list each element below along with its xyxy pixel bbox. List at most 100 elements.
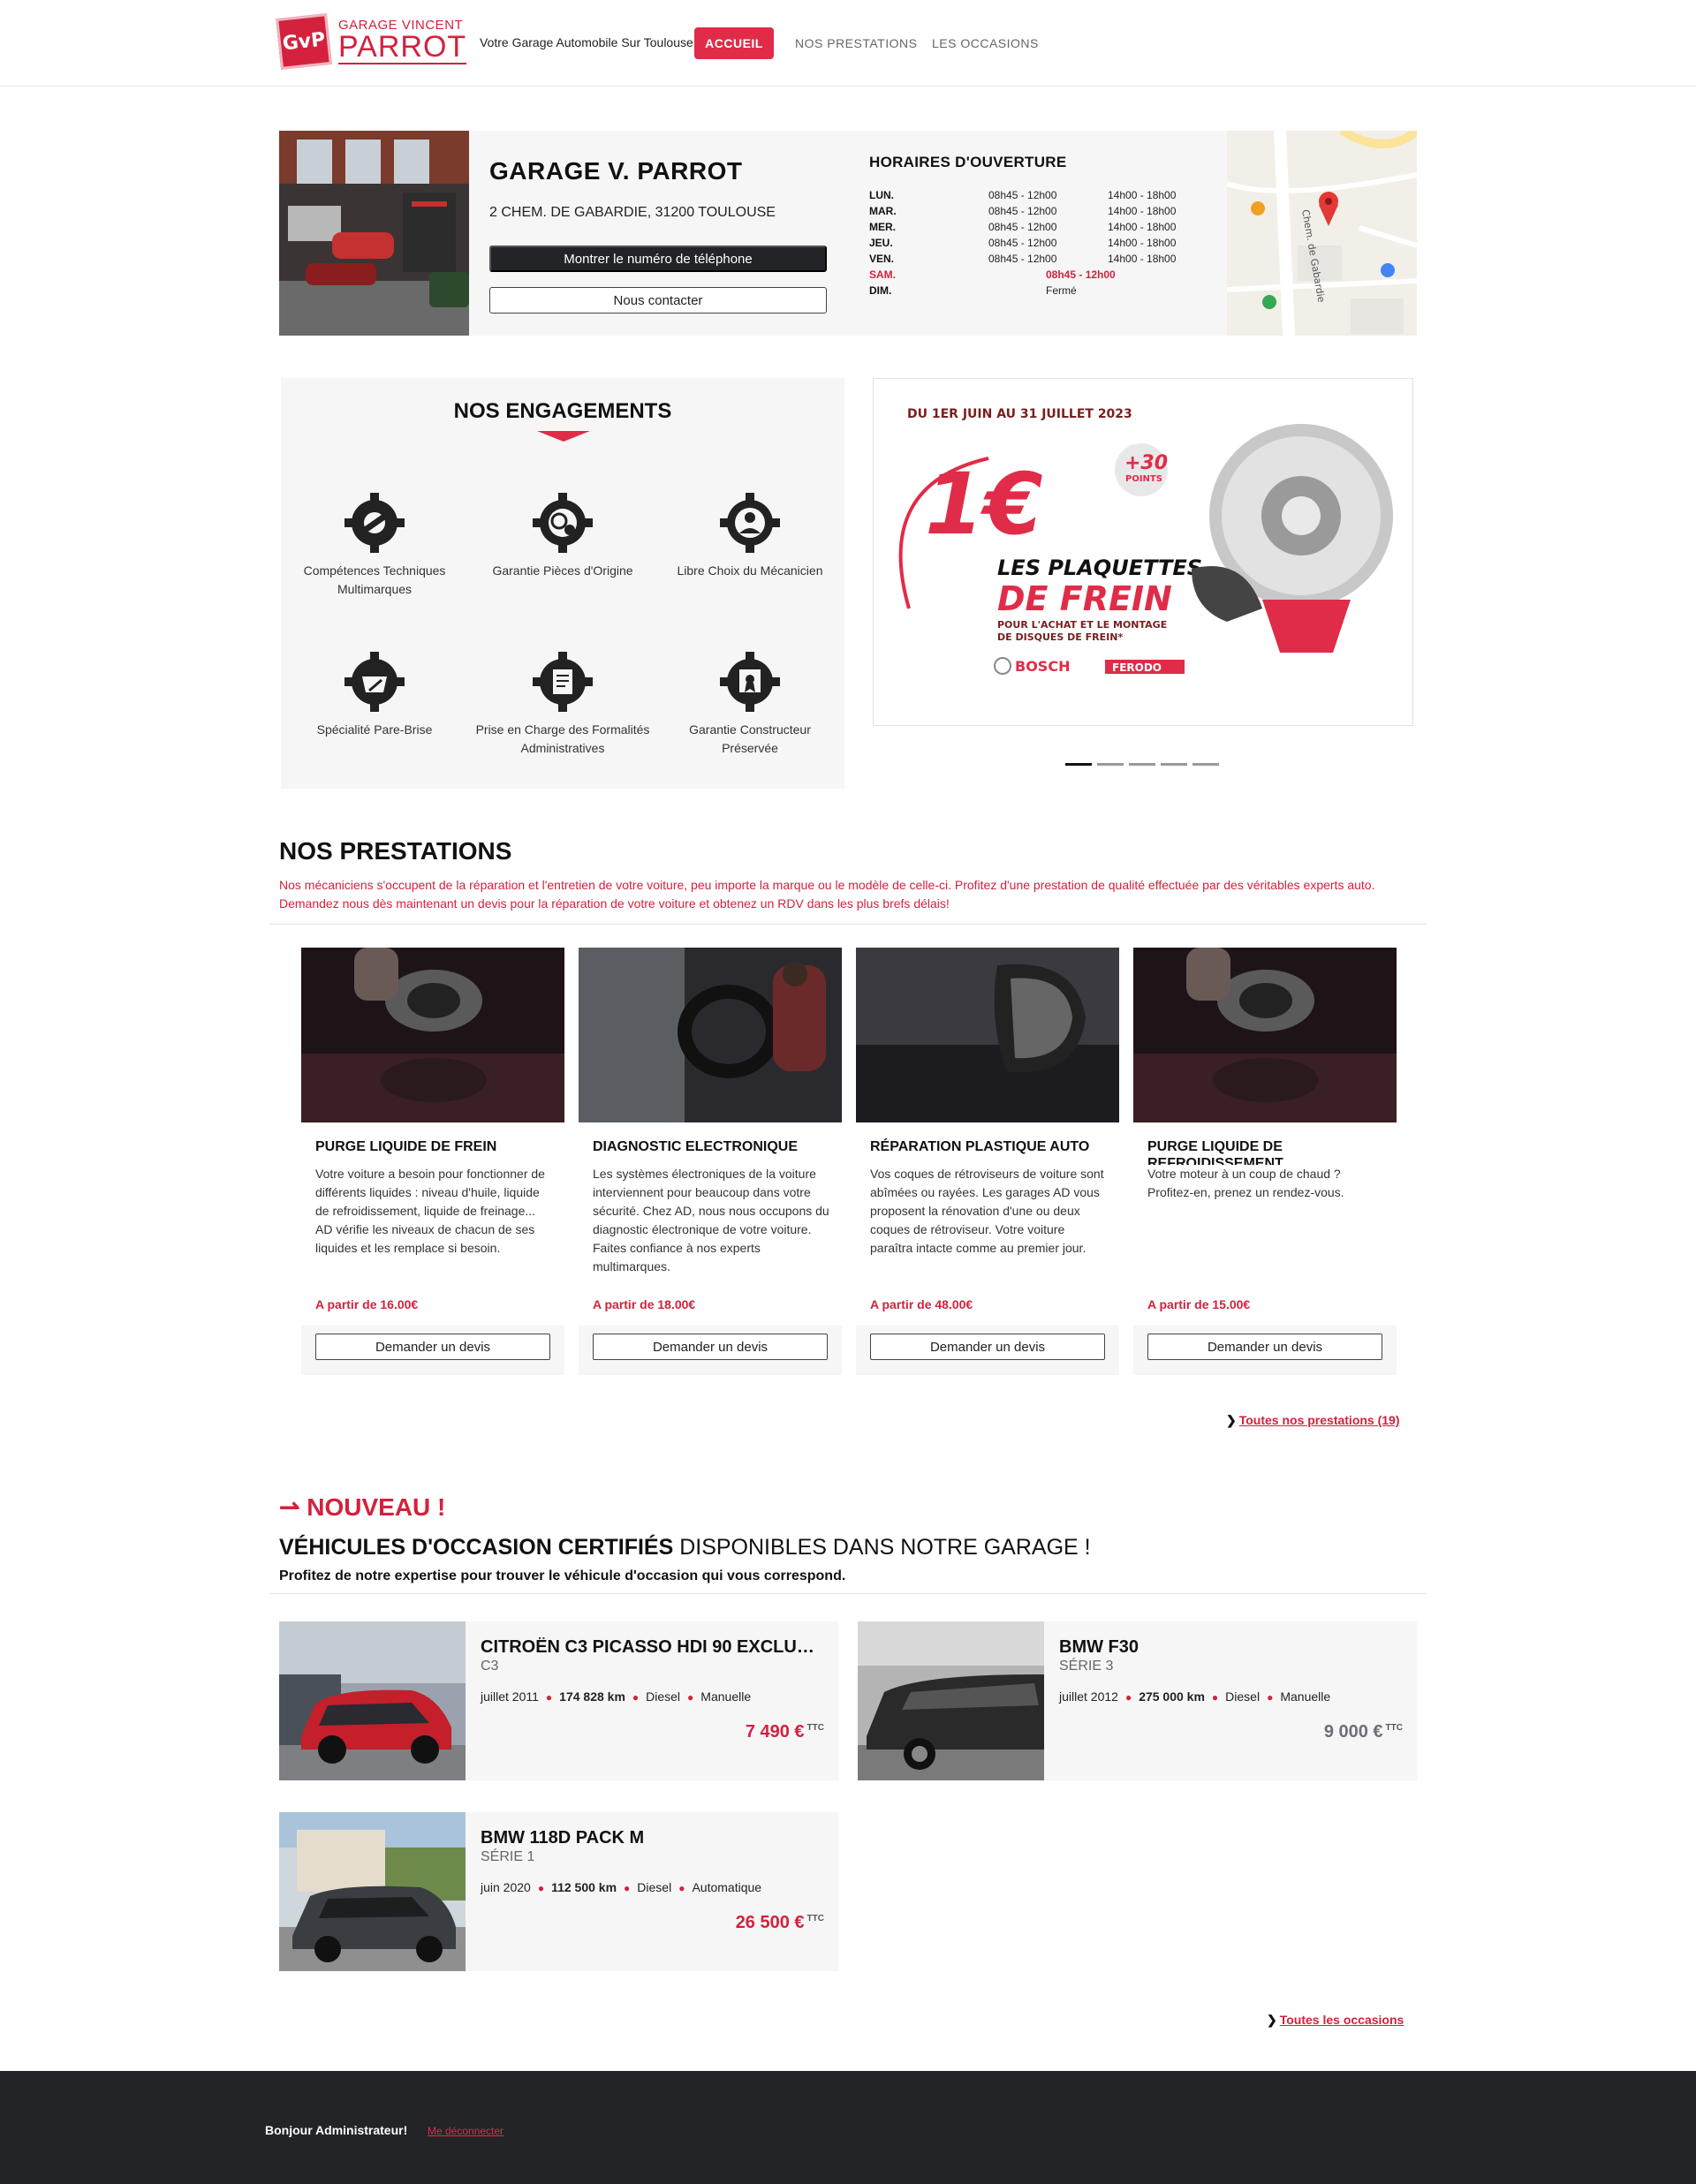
engagements-title: NOS ENGAGEMENTS (453, 399, 672, 423)
service-text: Votre moteur à un coup de chaud ? Profit… (1147, 1165, 1386, 1202)
car-image (279, 1812, 466, 1971)
promo-date: DU 1ER JUIN AU 31 JUILLET 2023 (907, 407, 1132, 421)
car-name: BMW 118D PACK M (481, 1828, 645, 1848)
car-card[interactable]: CITROËN C3 PICASSO HDI 90 EXCLUSIVE C3 j… (279, 1621, 838, 1780)
hours-row: JEU. 08h45 - 12h00 14h00 - 18h00 (869, 237, 1177, 249)
nav-prestations[interactable]: NOS PRESTATIONS (795, 36, 917, 50)
engagements-panel: NOS ENGAGEMENTS Compétences Techniques M… (281, 378, 844, 789)
service-text: Les systèmes électroniques de la voiture… (593, 1165, 831, 1276)
garage-info-panel: GARAGE V. PARROT 2 CHEM. DE GABARDIE, 31… (279, 131, 1417, 336)
service-image (856, 948, 1119, 1122)
car-details: juillet 2011 ● 174 828 km ● Diesel ● Manuelle (481, 1689, 752, 1704)
hours-row: VEN. 08h45 - 12h00 14h00 - 18h00 (869, 253, 1177, 265)
engagement-item: Spécialité Pare-Brise (286, 650, 463, 739)
document-gear-icon (533, 652, 593, 712)
hours-row-today: SAM. 08h45 - 12h00 (869, 268, 1116, 281)
car-details: juillet 2012 ● 275 000 km ● Diesel ● Manuelle (1059, 1689, 1331, 1704)
arrow-right-icon: ⇀ (279, 1493, 307, 1521)
service-price: A partir de 18.00€ (593, 1297, 696, 1311)
show-phone-button[interactable]: Montrer le numéro de téléphone (489, 246, 827, 272)
dot-icon: ● (1211, 1691, 1219, 1704)
dot-icon: ● (537, 1882, 545, 1894)
hours-title: HORAIRES D'OUVERTURE (869, 154, 1067, 170)
windshield-gear-icon (344, 652, 405, 712)
car-image (858, 1621, 1044, 1780)
carousel-dot[interactable] (1097, 763, 1124, 766)
wrench-gear-icon (344, 493, 405, 553)
location-map[interactable]: Chem. de Gabardie (1227, 131, 1417, 336)
quote-button[interactable]: Demander un devis (870, 1334, 1105, 1360)
all-services-link[interactable]: ❯ Toutes nos prestations (19) (1226, 1413, 1400, 1428)
garage-address: 2 CHEM. DE GABARDIE, 31200 TOULOUSE (489, 205, 776, 220)
promo-line1: LES PLAQUETTES (997, 555, 1202, 580)
dot-icon: ● (678, 1882, 685, 1894)
car-image (279, 1621, 466, 1780)
car-model: SÉRIE 3 (1059, 1659, 1114, 1674)
car-card[interactable]: BMW F30 SÉRIE 3 juillet 2012 ● 275 000 km ●… (858, 1621, 1417, 1780)
dot-icon: ● (1124, 1691, 1132, 1704)
nav-accueil[interactable]: ACCUEIL (694, 27, 774, 59)
title-arrow-icon (537, 431, 590, 442)
quote-button[interactable]: Demander un devis (315, 1334, 550, 1360)
service-price: A partir de 16.00€ (315, 1297, 419, 1311)
greeting: Bonjour Administrateur! (265, 2123, 408, 2137)
chevron-right-icon: ❯ (1226, 1413, 1237, 1427)
divider (269, 1593, 1427, 1594)
service-price: A partir de 48.00€ (870, 1297, 973, 1311)
prestations-description: Nos mécaniciens s'occupent de la réparat… (279, 878, 1375, 911)
hours-row: DIM. Fermé (869, 284, 1077, 297)
promo-banner[interactable]: DU 1ER JUIN AU 31 JUILLET 2023 1€ +30 PO… (873, 378, 1413, 726)
nav-occasions[interactable]: LES OCCASIONS (932, 36, 1039, 50)
all-occasions-link[interactable]: ❯ Toutes les occasions (1267, 2013, 1404, 2028)
car-card[interactable]: BMW 118D PACK M SÉRIE 1 juin 2020 ● 112 50… (279, 1812, 838, 1971)
car-name: BMW F30 (1059, 1637, 1139, 1657)
contact-button[interactable]: Nous contacter (489, 287, 827, 314)
service-image (579, 948, 842, 1122)
quote-button[interactable]: Demander un devis (1147, 1334, 1382, 1360)
car-name: CITROËN C3 PICASSO HDI 90 EXCLUSIVE (481, 1637, 825, 1657)
service-title: RÉPARATION PLASTIQUE AUTO (870, 1139, 1090, 1154)
promo-line4: DE DISQUES DE FREIN* (997, 631, 1123, 643)
quote-button[interactable]: Demander un devis (593, 1334, 828, 1360)
engagement-item: Prise en Charge des Formalités Administr… (474, 650, 651, 758)
new-label: ⇀ NOUVEAU ! (279, 1493, 446, 1521)
promo-brand2: FERODO (1112, 661, 1162, 674)
service-title: PURGE LIQUIDE DE FREIN (315, 1139, 497, 1154)
dot-icon: ● (624, 1882, 631, 1894)
hours-row: MAR. 08h45 - 12h00 14h00 - 18h00 (869, 205, 1177, 217)
tagline: Votre Garage Automobile Sur Toulouse. (480, 35, 697, 49)
service-text: Votre voiture a besoin pour fonctionner … (315, 1165, 554, 1258)
logout-link[interactable]: Me déconnecter (428, 2125, 504, 2137)
promo-line3: POUR L'ACHAT ET LE MONTAGE (997, 619, 1167, 631)
occasions-subtitle: Profitez de notre expertise pour trouver… (279, 1568, 846, 1583)
engagement-item: Compétences Techniques Multimarques (286, 491, 463, 599)
logo-line2: PARROT (338, 30, 467, 64)
engagement-item: Garantie Pièces d'Origine (474, 491, 651, 580)
site-logo[interactable]: GvP GARAGE VINCENT PARROT (276, 13, 467, 70)
dot-icon: ● (1267, 1691, 1274, 1704)
logo-badge: GvP (276, 13, 332, 70)
hours-row: LUN. 08h45 - 12h00 14h00 - 18h00 (869, 189, 1177, 201)
car-model: SÉRIE 1 (481, 1849, 535, 1864)
engagement-item: Libre Choix du Mécanicien (662, 491, 838, 580)
car-details: juin 2020 ● 112 500 km ● Diesel ● Automatique (481, 1880, 762, 1894)
site-header: GvP GARAGE VINCENT PARROT Votre Garage A… (0, 0, 1696, 87)
site-footer: Bonjour Administrateur! Me déconnecter (0, 2071, 1696, 2184)
service-image (1133, 948, 1397, 1122)
parts-gear-icon (533, 493, 593, 553)
carousel-dot[interactable] (1065, 763, 1092, 766)
service-card: DIAGNOSTIC ELECTRONIQUE Les systèmes éle… (579, 948, 842, 1375)
carousel-dot[interactable] (1129, 763, 1155, 766)
service-title: DIAGNOSTIC ELECTRONIQUE (593, 1139, 799, 1154)
garage-name: GARAGE V. PARROT (489, 157, 743, 185)
garage-photo (279, 131, 469, 336)
divider (269, 924, 1427, 925)
promo-points: +30 (1124, 452, 1168, 474)
service-card: PURGE LIQUIDE DE FREIN Votre voiture a b… (301, 948, 564, 1375)
carousel-dot[interactable] (1161, 763, 1187, 766)
chevron-right-icon: ❯ (1267, 2013, 1277, 2027)
service-card: RÉPARATION PLASTIQUE AUTO Vos coques de … (856, 948, 1119, 1375)
carousel-dot[interactable] (1192, 763, 1219, 766)
promo-points-label: POINTS (1125, 474, 1162, 484)
promo-line2: DE FREIN (997, 579, 1172, 618)
